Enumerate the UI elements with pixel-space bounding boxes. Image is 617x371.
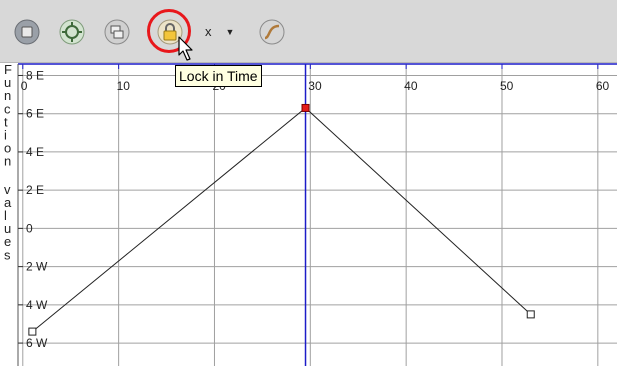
y-tick-label: 6 W xyxy=(26,336,48,350)
function-curve-line[interactable] xyxy=(32,107,532,332)
y-tick-label: 0 xyxy=(26,221,33,235)
axis-dropdown-value: x xyxy=(205,24,212,39)
x-tick-label: 10 xyxy=(117,79,131,93)
curve-button[interactable] xyxy=(258,18,286,46)
lock-in-time-tooltip: Lock in Time xyxy=(175,65,262,87)
y-axis-title-letter: s xyxy=(4,247,11,262)
y-tick-label: 2 W xyxy=(26,260,48,274)
keyframe-point[interactable] xyxy=(28,327,37,336)
y-axis-title-letter: n xyxy=(4,154,11,169)
toolbar: x ▼ xyxy=(0,0,617,63)
x-tick-label: 40 xyxy=(404,79,418,93)
axis-dropdown[interactable]: x ▼ xyxy=(205,22,234,42)
chevron-down-icon: ▼ xyxy=(225,27,235,37)
chart-canvas[interactable]: 01020304050608 E6 E4 E2 E02 W4 W6 WFunct… xyxy=(0,62,617,366)
x-tick-label: 60 xyxy=(596,79,610,93)
function-curve-graph[interactable]: 01020304050608 E6 E4 E2 E02 W4 W6 WFunct… xyxy=(0,62,617,366)
y-tick-label: 2 E xyxy=(26,183,44,197)
y-tick-label: 4 E xyxy=(26,145,44,159)
frame-all-icon xyxy=(14,19,40,45)
stacked-frames-button[interactable] xyxy=(103,18,131,46)
refresh-cycle-icon xyxy=(59,19,85,45)
refresh-cycle-button[interactable] xyxy=(58,18,86,46)
frame-all-button[interactable] xyxy=(13,18,41,46)
stacked-frames-icon xyxy=(104,19,130,45)
x-tick-label: 30 xyxy=(308,79,322,93)
y-tick-label: 4 W xyxy=(26,298,48,312)
mouse-cursor-icon xyxy=(178,36,193,61)
y-tick-label: 6 E xyxy=(26,107,44,121)
keyframe-point[interactable] xyxy=(526,310,535,319)
selected-keyframe-point[interactable] xyxy=(301,103,310,112)
x-tick-label: 50 xyxy=(500,79,514,93)
curve-icon xyxy=(259,19,285,45)
y-tick-label: 8 E xyxy=(26,68,44,82)
